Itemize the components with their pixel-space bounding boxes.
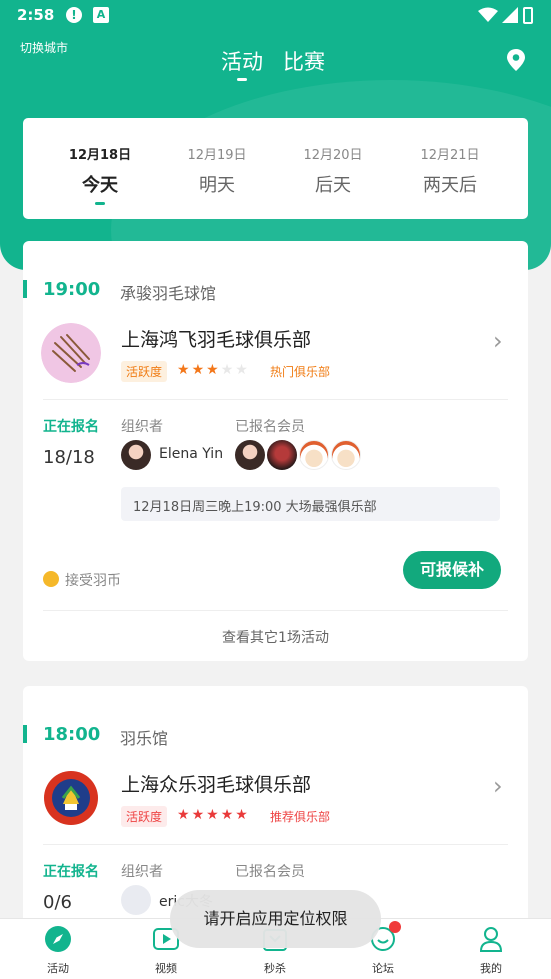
registration-count: 0/6 xyxy=(43,892,72,913)
alert-icon: ! xyxy=(66,7,82,23)
tab-label: 活动 xyxy=(47,962,69,975)
tab-matches[interactable]: 比赛 xyxy=(283,46,325,76)
event-venue: 承骏羽毛球馆 xyxy=(120,284,217,303)
club-logo xyxy=(41,768,101,828)
coin-text: 接受羽币 xyxy=(65,573,121,589)
time-accent-bar xyxy=(23,725,27,743)
status-bar: 2:58 ! A xyxy=(0,0,551,30)
star-icon: ★ xyxy=(177,362,192,378)
event-description: 12月18日周三晚上19:00 大场最强俱乐部 xyxy=(121,487,500,521)
event-time-row: 19:00 承骏羽毛球馆 xyxy=(23,279,528,303)
date-tab-day-after[interactable]: 12月20日 后天 xyxy=(283,144,383,205)
divider xyxy=(43,844,508,845)
weekday-label: 两天后 xyxy=(423,175,477,196)
member-avatars[interactable] xyxy=(235,440,361,470)
notification-badge xyxy=(389,921,401,933)
weekday-label: 明天 xyxy=(199,175,235,196)
date-label: 12月20日 xyxy=(303,148,363,163)
avatar xyxy=(331,440,361,470)
tab-label: 秒杀 xyxy=(264,962,286,975)
top-tabs: 活动 比赛 xyxy=(221,46,325,81)
date-selector: 12月18日 今天 12月19日 明天 12月20日 后天 12月21日 两天后 xyxy=(23,118,528,219)
wifi-icon xyxy=(478,7,498,22)
event-venue: 羽乐馆 xyxy=(120,729,169,748)
location-permission-toast: 请开启应用定位权限 xyxy=(170,890,381,948)
avatar xyxy=(121,885,151,915)
club-name: 上海鸿飞羽毛球俱乐部 xyxy=(121,329,312,351)
tab-label: 论坛 xyxy=(372,962,394,975)
avatar xyxy=(299,440,329,470)
avatar xyxy=(267,440,297,470)
divider xyxy=(43,610,508,611)
star-icon: ★ xyxy=(191,362,207,378)
event-time: 19:00 xyxy=(43,279,101,300)
user-icon xyxy=(479,927,503,952)
event-card[interactable]: 19:00 承骏羽毛球馆 上海鸿飞羽毛球俱乐部 › 活跃度 ★★★★★ 热门俱乐… xyxy=(23,241,528,661)
date-tab-two-days-after[interactable]: 12月21日 两天后 xyxy=(400,144,500,205)
active-indicator xyxy=(95,202,105,205)
star-icon: ★ xyxy=(235,362,250,378)
members-label: 已报名会员 xyxy=(235,419,305,435)
organizer-label: 组织者 xyxy=(121,864,163,880)
date-label: 12月21日 xyxy=(420,148,480,163)
avatar xyxy=(121,440,151,470)
chevron-right-icon[interactable]: › xyxy=(493,327,503,355)
battery-icon xyxy=(523,7,533,24)
location-pin-icon[interactable] xyxy=(506,49,526,71)
coin-icon xyxy=(43,571,59,587)
event-time-row: 18:00 羽乐馆 xyxy=(23,724,528,748)
avatar xyxy=(235,440,265,470)
city-switch-link[interactable]: 切换城市 xyxy=(20,39,68,56)
organizer-label: 组织者 xyxy=(121,419,163,435)
tab-activities[interactable]: 活动 xyxy=(221,46,263,81)
activity-tag: 活跃度 xyxy=(121,361,168,382)
more-activities-link[interactable]: 查看其它1场活动 xyxy=(23,627,528,647)
weekday-label: 今天 xyxy=(82,175,118,196)
waitlist-button[interactable]: 可报候补 xyxy=(403,551,501,589)
star-icon: ★ xyxy=(206,362,221,378)
date-tab-today[interactable]: 12月18日 今天 xyxy=(50,144,150,205)
rating-stars: ★★★★★ xyxy=(177,362,250,378)
star-icon: ★ xyxy=(177,807,192,823)
tab-activities-nav[interactable]: 活动 xyxy=(28,925,88,976)
star-icon: ★ xyxy=(206,807,221,823)
club-row[interactable]: 上海鸿飞羽毛球俱乐部 › 活跃度 ★★★★★ 热门俱乐部 xyxy=(23,321,528,386)
club-logo xyxy=(41,323,101,383)
club-row[interactable]: 上海众乐羽毛球俱乐部 › 活跃度 ★★★★★ 推荐俱乐部 xyxy=(23,766,528,831)
registration-status: 正在报名 xyxy=(43,419,99,435)
activity-tag: 活跃度 xyxy=(121,806,168,827)
star-icon: ★ xyxy=(220,807,236,823)
club-type-label: 热门俱乐部 xyxy=(270,365,331,379)
event-time: 18:00 xyxy=(43,724,101,745)
date-tab-tomorrow[interactable]: 12月19日 明天 xyxy=(167,144,267,205)
tab-mine-nav[interactable]: 我的 xyxy=(461,925,521,976)
organizer-name: Elena Yin xyxy=(159,446,224,462)
signal-icon xyxy=(502,7,518,23)
keyboard-a-icon: A xyxy=(93,7,109,23)
divider xyxy=(43,399,508,400)
star-icon: ★ xyxy=(220,362,236,378)
date-label: 12月19日 xyxy=(187,148,247,163)
members-label: 已报名会员 xyxy=(235,864,305,880)
compass-icon xyxy=(45,926,71,952)
registration-status: 正在报名 xyxy=(43,864,99,880)
club-name: 上海众乐羽毛球俱乐部 xyxy=(121,774,312,796)
date-label: 12月18日 xyxy=(68,148,132,163)
chevron-right-icon[interactable]: › xyxy=(493,772,503,800)
club-type-label: 推荐俱乐部 xyxy=(270,810,331,824)
tab-label: 视频 xyxy=(155,962,177,975)
status-time: 2:58 xyxy=(17,6,55,24)
star-icon: ★ xyxy=(191,807,207,823)
star-icon: ★ xyxy=(235,807,250,823)
registration-count: 18/18 xyxy=(43,447,95,468)
time-accent-bar xyxy=(23,280,27,298)
tab-label: 我的 xyxy=(480,962,502,975)
rating-stars: ★★★★★ xyxy=(177,807,250,823)
weekday-label: 后天 xyxy=(315,175,351,196)
